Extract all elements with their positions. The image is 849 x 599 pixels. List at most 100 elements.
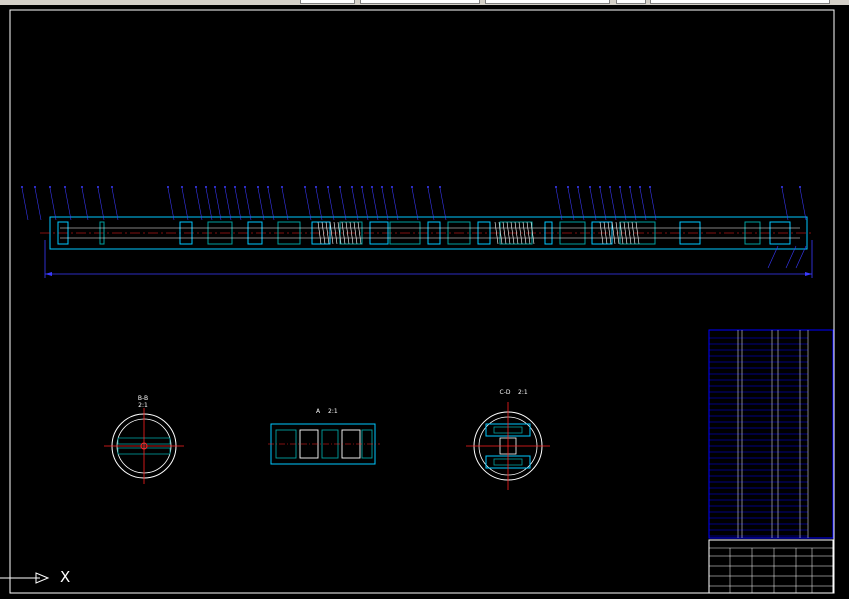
leader-line (339, 187, 347, 221)
leader-line (799, 187, 807, 221)
part-balloon-marker (577, 186, 579, 188)
leader-line (371, 187, 379, 221)
part-balloon-marker (224, 186, 226, 188)
linetype-dropdown[interactable] (360, 0, 480, 4)
leader-line (224, 187, 232, 221)
leader-line (439, 187, 447, 221)
section-cd-scale: 2:1 (518, 389, 528, 396)
part-balloon-marker (361, 186, 363, 188)
plot-style-dropdown[interactable] (616, 0, 646, 4)
layer-dropdown[interactable] (300, 0, 355, 4)
leader-line (267, 187, 275, 221)
leader-line (589, 187, 597, 221)
part-balloon-marker (304, 186, 306, 188)
part-balloon-marker (439, 186, 441, 188)
part-balloon-marker (781, 186, 783, 188)
part-balloon-marker (315, 186, 317, 188)
section-bb-view: B-B 2:1 (104, 395, 184, 484)
part-balloon-marker (555, 186, 557, 188)
part-balloon-marker (111, 186, 113, 188)
part-balloon-marker (244, 186, 246, 188)
title-block (708, 539, 834, 594)
leader-line (351, 187, 359, 221)
bill-of-materials-table (708, 329, 834, 539)
part-balloon-marker (97, 186, 99, 188)
part-balloon-marker (181, 186, 183, 188)
part-balloon-marker (609, 186, 611, 188)
section-bb-title: B-B (138, 395, 148, 402)
section-cd-title: C-D (500, 389, 511, 396)
leader-line (181, 187, 189, 221)
section-cd-view: C-D 2:1 (466, 389, 550, 490)
part-balloon-marker (81, 186, 83, 188)
part-balloon-marker (567, 186, 569, 188)
part-balloon-marker (411, 186, 413, 188)
part-balloon-marker (34, 186, 36, 188)
part-balloon-marker (195, 186, 197, 188)
spring-coil (522, 221, 527, 245)
leader-line (111, 187, 119, 221)
leader-line (639, 187, 647, 221)
part-balloon-marker (351, 186, 353, 188)
part-balloon-marker (599, 186, 601, 188)
part-balloon-marker (339, 186, 341, 188)
leader-line (427, 187, 435, 221)
ucs-x-axis-label: X (60, 568, 71, 586)
drawing-canvas[interactable]: B-B 2:1 A 2:1 C-D 2:1 (0, 5, 849, 599)
leader-line (81, 187, 89, 221)
leader-line (411, 187, 419, 221)
leader-line (567, 187, 575, 221)
leader-line (381, 187, 389, 221)
leader-line (195, 187, 203, 221)
drawing-border (9, 9, 835, 594)
leader-line (649, 187, 657, 221)
lineweight-dropdown[interactable] (485, 0, 610, 4)
tool-assembly-section-view (21, 186, 813, 278)
part-balloon-marker (205, 186, 207, 188)
part-balloon-marker (639, 186, 641, 188)
part-balloon-marker (281, 186, 283, 188)
leader-line (361, 187, 369, 221)
part-balloon-marker (327, 186, 329, 188)
part-balloon-marker (267, 186, 269, 188)
leader-line (49, 187, 57, 221)
leader-line (205, 187, 213, 221)
leader-line (577, 187, 585, 221)
color-dropdown[interactable] (650, 0, 830, 4)
leader-line (244, 187, 252, 221)
dimension-arrow-right (805, 272, 812, 276)
leader-line (21, 187, 29, 221)
section-bb-scale: 2:1 (138, 402, 148, 409)
leader-line (555, 187, 563, 221)
part-balloon-marker (21, 186, 23, 188)
leader-line (257, 187, 265, 221)
part-balloon-marker (371, 186, 373, 188)
detail-a-scale: 2:1 (328, 408, 338, 415)
leader-line (234, 187, 242, 221)
part-balloon-marker (649, 186, 651, 188)
dimension-arrow-left (45, 272, 52, 276)
ucs-icon (0, 572, 50, 584)
leader-line (315, 187, 323, 221)
leader-line (327, 187, 335, 221)
leader-line (781, 187, 789, 221)
part-balloon-marker (381, 186, 383, 188)
detail-a-title: A (316, 408, 321, 415)
leader-line (97, 187, 105, 221)
leader-line (629, 187, 637, 221)
part-balloon-marker (234, 186, 236, 188)
leader-line (281, 187, 289, 221)
leader-line (34, 187, 42, 221)
part-balloon-marker (64, 186, 66, 188)
leader-line (609, 187, 617, 221)
part-balloon-marker (391, 186, 393, 188)
part-balloon-marker (49, 186, 51, 188)
leader-line (619, 187, 627, 221)
part-balloon-marker (167, 186, 169, 188)
part-balloon-marker (619, 186, 621, 188)
part-balloon-marker (214, 186, 216, 188)
detail-a-view: A 2:1 (268, 408, 380, 465)
part-balloon-marker (629, 186, 631, 188)
part-balloon-marker (427, 186, 429, 188)
spring-coil (607, 221, 612, 245)
